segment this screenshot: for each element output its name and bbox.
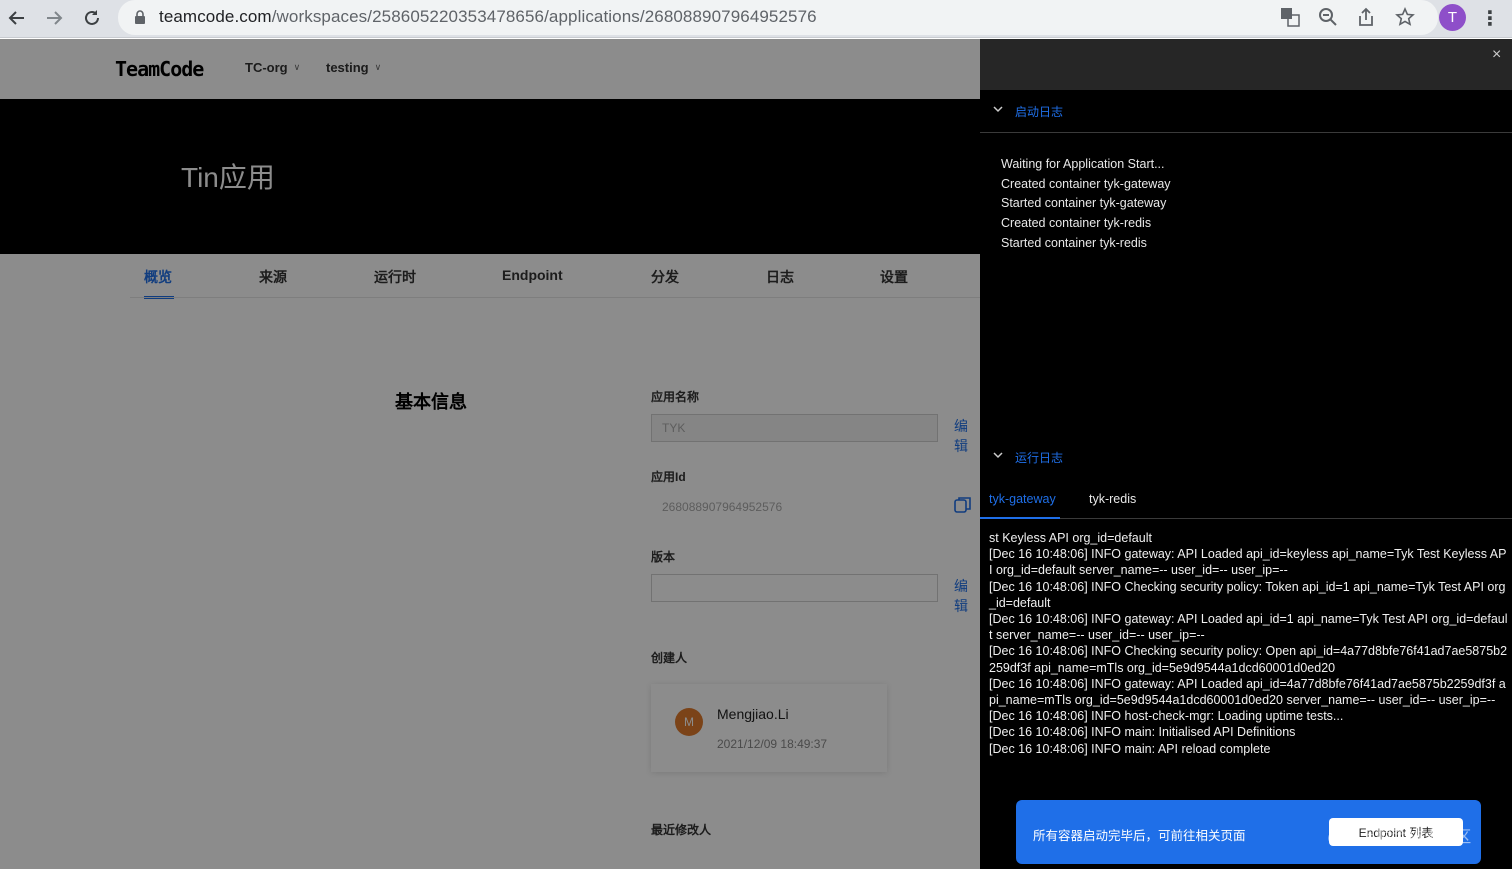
logs-drawer: × 启动日志 Waiting for Application Start... … (980, 39, 1512, 869)
chevron-down-icon (993, 449, 1003, 463)
url-text[interactable]: teamcode.com/workspaces/2586052203534786… (159, 7, 817, 27)
drawer-header: × (980, 39, 1512, 90)
address-bar[interactable]: teamcode.com/workspaces/2586052203534786… (118, 0, 1438, 35)
log-line: [Dec 16 10:48:06] INFO host-check-mgr: L… (989, 709, 1344, 724)
forward-icon[interactable] (39, 4, 69, 32)
active-tab-indicator (980, 517, 1060, 519)
lock-icon (135, 10, 145, 24)
container-tabs: tyk-gateway tyk-redis (980, 479, 1512, 519)
chevron-down-icon (993, 103, 1003, 117)
log-line: Waiting for Application Start... (1001, 157, 1165, 171)
startup-logs-header[interactable]: 启动日志 (980, 90, 1512, 133)
log-line: [Dec 16 10:48:06] INFO Checking security… (989, 644, 1508, 675)
share-icon[interactable] (1354, 5, 1378, 29)
star-icon[interactable] (1393, 5, 1417, 29)
log-line: [Dec 16 10:48:06] INFO main: Initialised… (989, 725, 1296, 740)
log-line: Created container tyk-gateway (1001, 176, 1171, 191)
startup-logs-title: 启动日志 (1015, 105, 1064, 119)
toast-message: 所有容器启动完毕后，可前往相关页面 (1033, 829, 1246, 843)
log-line: Created container tyk-redis (1001, 216, 1152, 231)
log-line: Started container tyk-redis (1001, 235, 1147, 250)
zoom-icon[interactable] (1316, 5, 1340, 29)
modal-overlay[interactable] (0, 39, 980, 869)
watermark: @稀土掘金技术社区 (1327, 829, 1472, 846)
kebab-menu-icon[interactable]: ⋮ (1478, 4, 1502, 32)
log-line: [Dec 16 10:48:06] INFO gateway: API Load… (989, 612, 1508, 643)
log-line: Started container tyk-gateway (1001, 196, 1167, 211)
tab-tyk-gateway[interactable]: tyk-gateway (989, 492, 1056, 506)
profile-avatar[interactable]: T (1439, 4, 1466, 31)
translate-icon[interactable] (1278, 5, 1302, 29)
log-line: [Dec 16 10:48:06] INFO main: API reload … (989, 741, 1271, 756)
log-line: st Keyless API org_id=default (989, 531, 1152, 545)
log-line: [Dec 16 10:48:06] INFO gateway: API Load… (989, 547, 1507, 578)
tab-tyk-redis[interactable]: tyk-redis (1089, 492, 1136, 506)
startup-log-list: Waiting for Application Start... Created… (1001, 155, 1171, 254)
back-icon[interactable] (2, 4, 32, 32)
log-line: [Dec 16 10:48:06] INFO Checking security… (989, 579, 1506, 610)
browser-toolbar: teamcode.com/workspaces/2586052203534786… (0, 0, 1512, 38)
runtime-log-list[interactable]: st Keyless API org_id=default [Dec 16 10… (989, 530, 1509, 757)
reload-icon[interactable] (77, 4, 107, 32)
close-icon[interactable]: × (1492, 46, 1501, 64)
runtime-logs-title: 运行日志 (1015, 451, 1064, 465)
runtime-logs-header[interactable]: 运行日志 (980, 436, 1512, 479)
log-line: [Dec 16 10:48:06] INFO gateway: API Load… (989, 676, 1506, 708)
